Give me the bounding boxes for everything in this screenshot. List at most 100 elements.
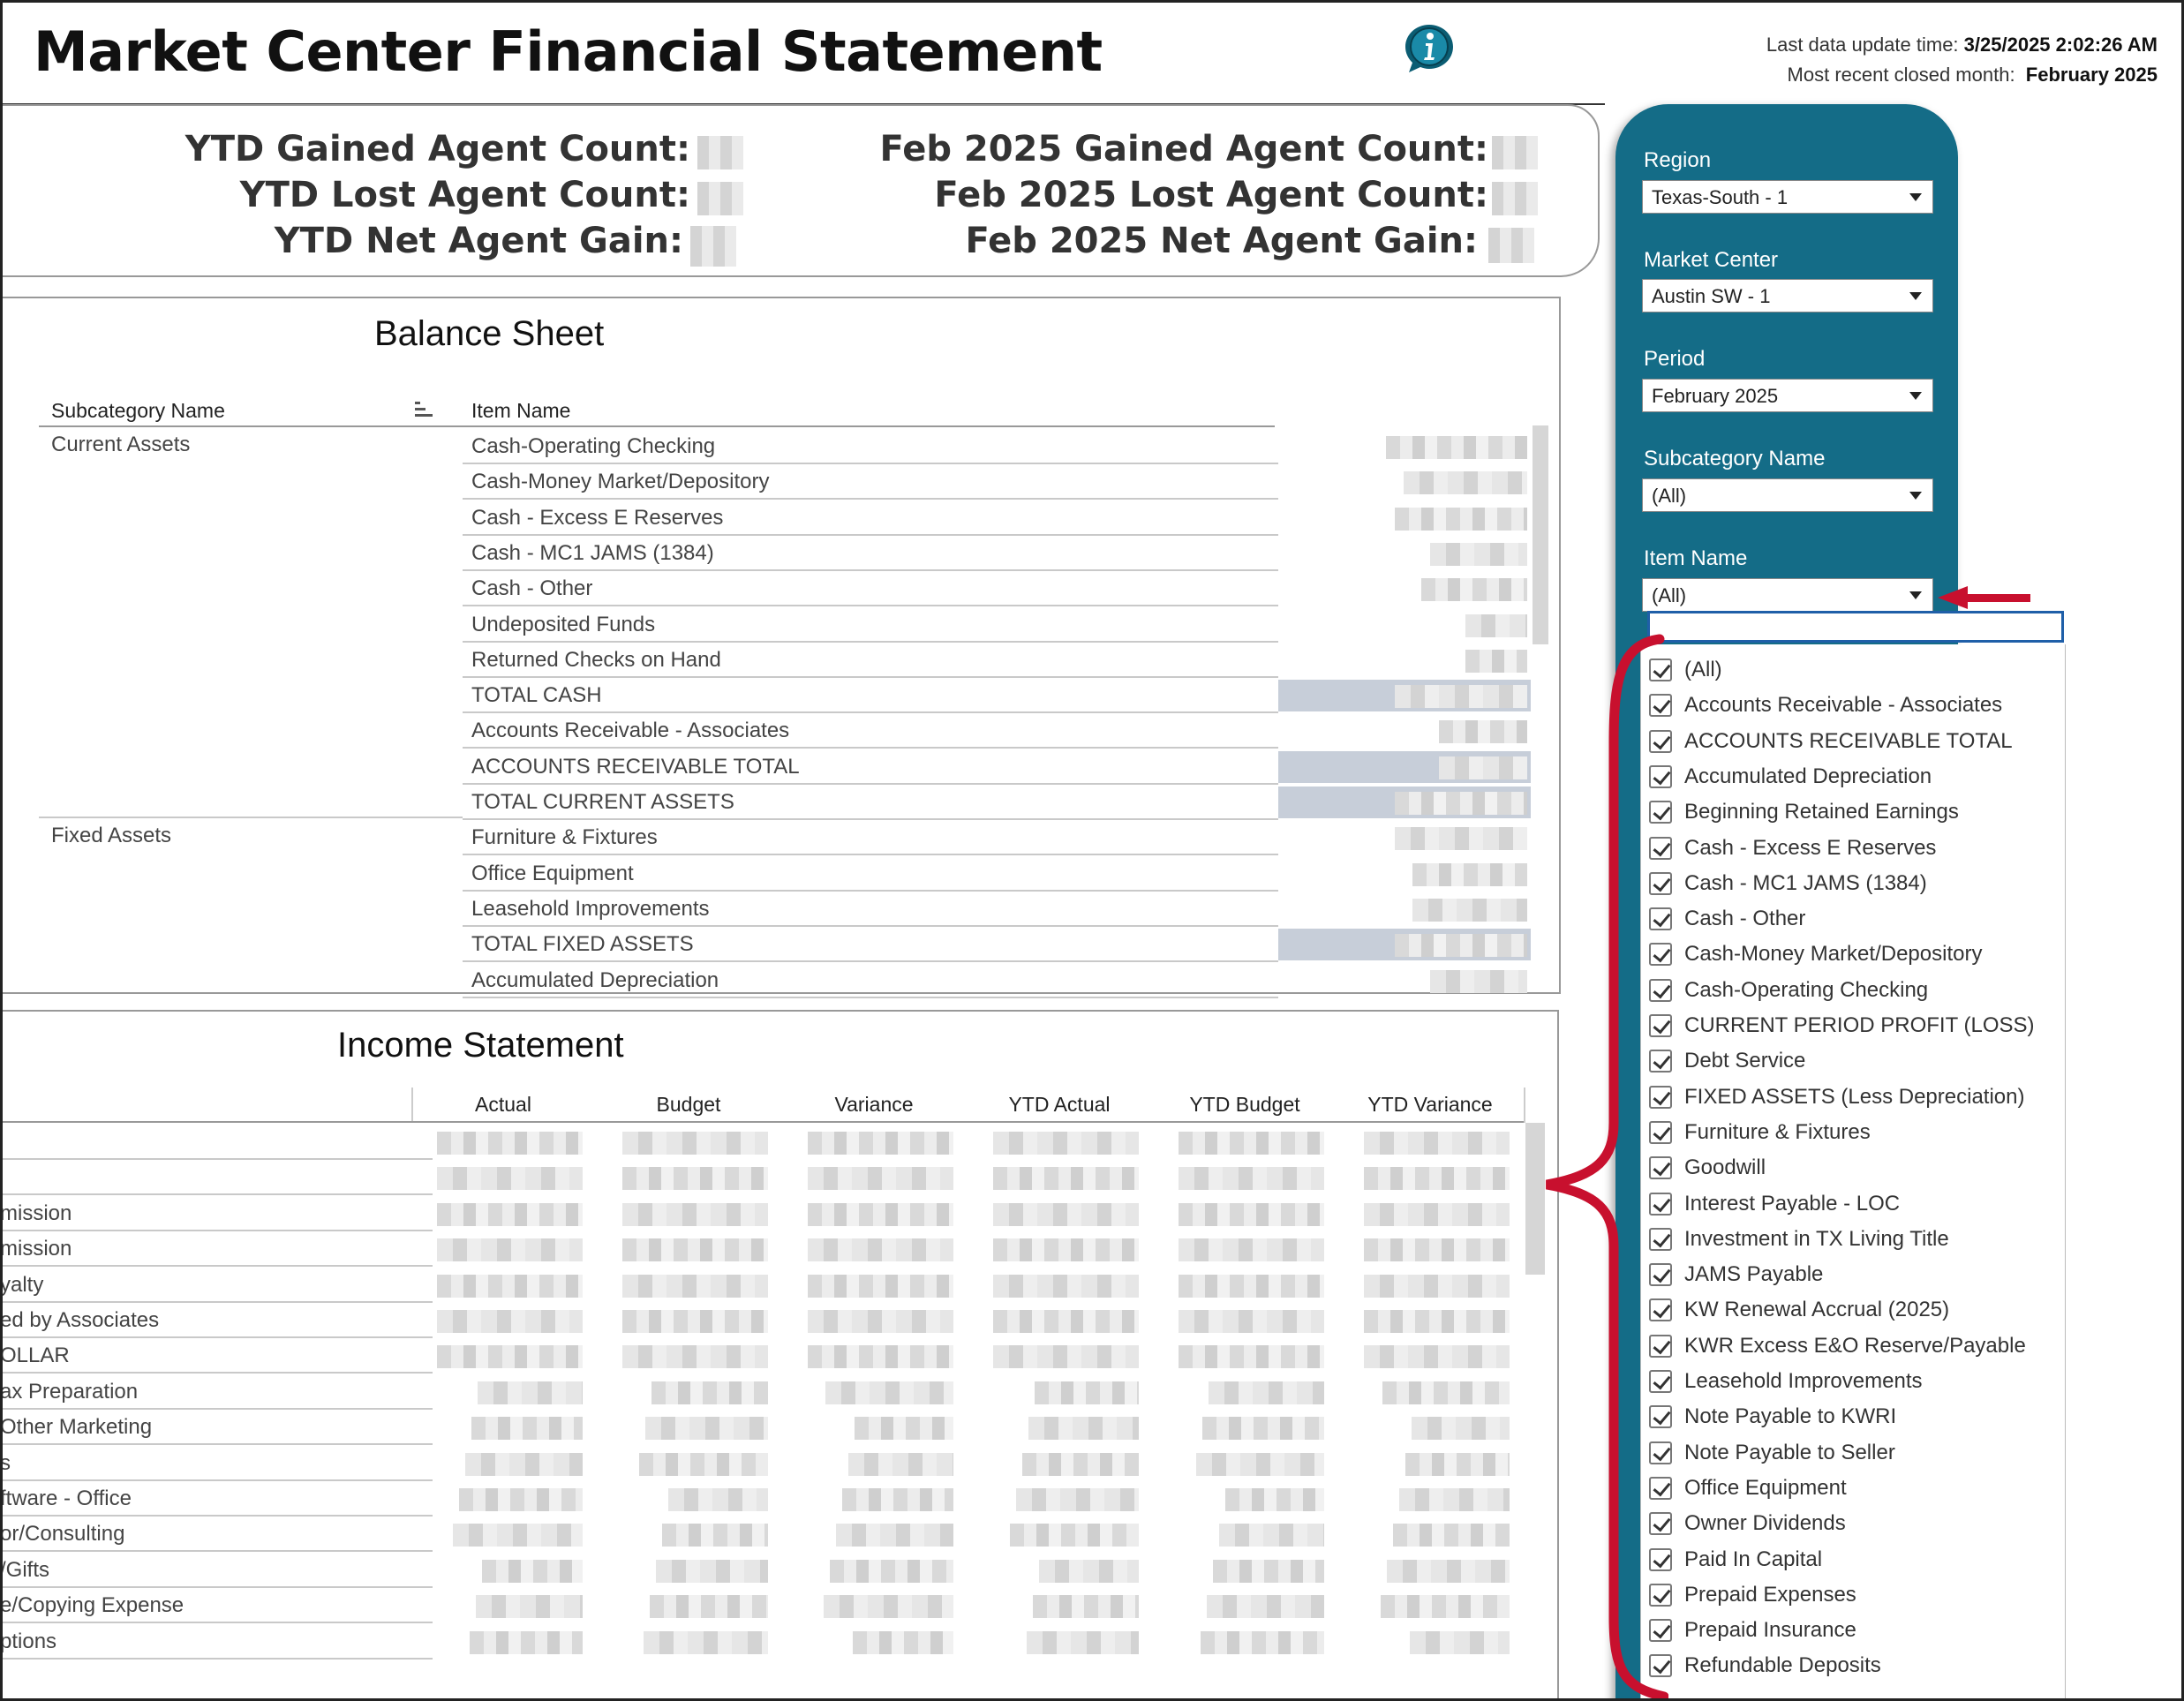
item-name-option[interactable]: Cash - MC1 JAMS (1384) xyxy=(1649,867,1927,900)
info-icon[interactable] xyxy=(1402,21,1457,76)
item-name-option[interactable]: Note Payable to KWRI xyxy=(1649,1400,1896,1434)
income-statement-item[interactable]: e/Copying Expense xyxy=(0,1593,184,1618)
balance-sheet-item[interactable]: Furniture & Fixtures xyxy=(471,825,658,850)
income-statement-item[interactable]: ax Preparation xyxy=(0,1380,138,1404)
subcategory-select[interactable]: (All) xyxy=(1642,478,1933,512)
sort-icon[interactable] xyxy=(413,399,434,420)
income-statement-item[interactable]: s xyxy=(0,1451,11,1476)
item-name-option[interactable]: Paid In Capital xyxy=(1649,1543,1822,1577)
income-column-header[interactable]: Budget xyxy=(596,1093,781,1117)
item-name-option[interactable]: Refundable Deposits xyxy=(1649,1649,1881,1682)
period-filter-label: Period xyxy=(1644,347,1706,371)
item-name-option-label: Prepaid Expenses xyxy=(1684,1583,1856,1607)
income-column-header[interactable]: YTD Variance xyxy=(1337,1093,1523,1117)
item-name-option[interactable]: Office Equipment xyxy=(1649,1471,1847,1505)
item-name-option[interactable]: Cash - Other xyxy=(1649,902,1805,936)
income-value-redacted xyxy=(622,1203,768,1226)
item-name-option[interactable]: ACCOUNTS RECEIVABLE TOTAL xyxy=(1649,725,2013,758)
item-name-option[interactable]: Debt Service xyxy=(1649,1044,1805,1078)
balance-sheet-item[interactable]: TOTAL FIXED ASSETS xyxy=(471,932,694,957)
income-value-redacted xyxy=(470,1631,583,1654)
income-statement-item[interactable]: Other Marketing xyxy=(0,1415,152,1440)
region-select[interactable]: Texas-South - 1 xyxy=(1642,180,1933,214)
balance-sheet-item[interactable]: Cash - MC1 JAMS (1384) xyxy=(471,541,714,566)
item-name-option[interactable]: Furniture & Fixtures xyxy=(1649,1116,1871,1149)
income-statement-item[interactable]: mission xyxy=(0,1237,72,1261)
item-name-column-header[interactable]: Item Name xyxy=(471,399,570,423)
item-name-option[interactable]: Leasehold Improvements xyxy=(1649,1365,1922,1398)
item-name-option-label: Cash - Other xyxy=(1684,907,1806,930)
item-name-option[interactable]: Prepaid Insurance xyxy=(1649,1614,1856,1647)
income-value-redacted xyxy=(478,1381,583,1404)
item-name-option[interactable]: Note Payable to Seller xyxy=(1649,1436,1895,1470)
income-column-header[interactable]: Variance xyxy=(781,1093,967,1117)
item-name-option[interactable]: JAMS Payable xyxy=(1649,1258,1823,1291)
market-center-filter-label: Market Center xyxy=(1644,248,1779,272)
item-name-option[interactable]: Accumulated Depreciation xyxy=(1649,760,1932,794)
balance-sheet-item[interactable]: Office Equipment xyxy=(471,862,634,886)
item-name-option[interactable]: Cash - Excess E Reserves xyxy=(1649,832,1936,865)
income-column-header[interactable]: YTD Actual xyxy=(967,1093,1152,1117)
item-name-select[interactable]: (All) xyxy=(1642,578,1933,612)
subcategory-column-header[interactable]: Subcategory Name xyxy=(51,399,225,423)
income-statement-item[interactable]: mission xyxy=(0,1201,72,1226)
item-name-option-label: Cash-Money Market/Depository xyxy=(1684,942,1983,966)
income-column-header[interactable]: Actual xyxy=(410,1093,596,1117)
income-statement-item[interactable]: OLLAR xyxy=(0,1343,70,1368)
balance-sheet-item[interactable]: Cash - Other xyxy=(471,576,592,601)
item-name-option[interactable]: Investment in TX Living Title xyxy=(1649,1223,1949,1256)
income-value-redacted xyxy=(853,1631,953,1654)
row-divider xyxy=(0,1443,433,1445)
item-name-option-label: JAMS Payable xyxy=(1684,1262,1824,1286)
item-name-option[interactable]: Prepaid Expenses xyxy=(1649,1578,1856,1612)
item-name-option[interactable]: Owner Dividends xyxy=(1649,1507,1846,1540)
item-name-option[interactable]: FIXED ASSETS (Less Depreciation) xyxy=(1649,1080,2024,1114)
subcategory-fixed-assets: Fixed Assets xyxy=(51,824,172,847)
item-name-option[interactable]: KW Renewal Accrual (2025) xyxy=(1649,1293,1949,1327)
item-name-option[interactable]: Interest Payable - LOC xyxy=(1649,1187,1900,1221)
item-name-option[interactable]: CURRENT PERIOD PROFIT (LOSS) xyxy=(1649,1009,2035,1042)
income-value-redacted xyxy=(993,1238,1139,1261)
income-value-redacted xyxy=(830,1560,953,1583)
market-center-select[interactable]: Austin SW - 1 xyxy=(1642,279,1933,312)
item-name-option[interactable]: Beginning Retained Earnings xyxy=(1649,795,1959,829)
balance-sheet-item[interactable]: Returned Checks on Hand xyxy=(471,648,721,673)
item-name-option-label: CURRENT PERIOD PROFIT (LOSS) xyxy=(1684,1013,2035,1037)
balance-sheet-item[interactable]: TOTAL CURRENT ASSETS xyxy=(471,790,734,815)
balance-sheet-item[interactable]: Accumulated Depreciation xyxy=(471,968,719,993)
income-value-redacted xyxy=(808,1275,953,1298)
income-value-redacted xyxy=(1179,1345,1324,1368)
income-statement-item[interactable]: ptions xyxy=(0,1629,56,1654)
item-name-search-input[interactable] xyxy=(1647,611,2064,643)
balance-sheet-item[interactable]: Cash-Money Market/Depository xyxy=(471,470,769,494)
month-gained-agent-count-value xyxy=(1492,136,1538,169)
balance-sheet-item[interactable]: ACCOUNTS RECEIVABLE TOTAL xyxy=(471,755,800,779)
income-statement-item[interactable]: ed by Associates xyxy=(0,1308,159,1333)
balance-sheet-item[interactable]: Leasehold Improvements xyxy=(471,897,709,922)
income-statement-item[interactable]: or/Consulting xyxy=(0,1522,124,1547)
balance-sheet-item[interactable]: Cash - Excess E Reserves xyxy=(471,506,723,531)
balance-sheet-item[interactable]: Accounts Receivable - Associates xyxy=(471,719,789,743)
row-divider xyxy=(463,498,1278,500)
market-center-select-value: Austin SW - 1 xyxy=(1652,285,1771,307)
income-value-redacted xyxy=(993,1203,1139,1226)
income-column-header[interactable]: YTD Budget xyxy=(1152,1093,1337,1117)
balance-sheet-item[interactable]: Undeposited Funds xyxy=(471,613,655,637)
item-name-option[interactable]: Cash-Money Market/Depository xyxy=(1649,937,1982,971)
balance-sheet-scrollbar[interactable] xyxy=(1533,425,1548,644)
red-brace-annotation xyxy=(1546,634,1668,1701)
income-statement-item[interactable]: /Gifts xyxy=(0,1558,49,1583)
income-value-redacted xyxy=(1035,1381,1139,1404)
income-value-redacted xyxy=(437,1167,583,1190)
income-statement-item[interactable]: yalty xyxy=(0,1273,43,1298)
month-lost-agent-count-label: Feb 2025 Lost Agent Count: xyxy=(934,175,1488,215)
income-statement-item[interactable]: ftware - Office xyxy=(0,1486,132,1511)
period-select[interactable]: February 2025 xyxy=(1642,379,1933,412)
item-name-option[interactable]: KWR Excess E&O Reserve/Payable xyxy=(1649,1329,2026,1363)
income-value-redacted xyxy=(453,1524,583,1547)
item-name-option[interactable]: Accounts Receivable - Associates xyxy=(1649,689,2002,722)
income-value-redacted xyxy=(437,1275,583,1298)
item-name-option[interactable]: Cash-Operating Checking xyxy=(1649,974,1928,1007)
balance-sheet-item[interactable]: TOTAL CASH xyxy=(471,683,602,708)
balance-sheet-item[interactable]: Cash-Operating Checking xyxy=(471,434,715,459)
